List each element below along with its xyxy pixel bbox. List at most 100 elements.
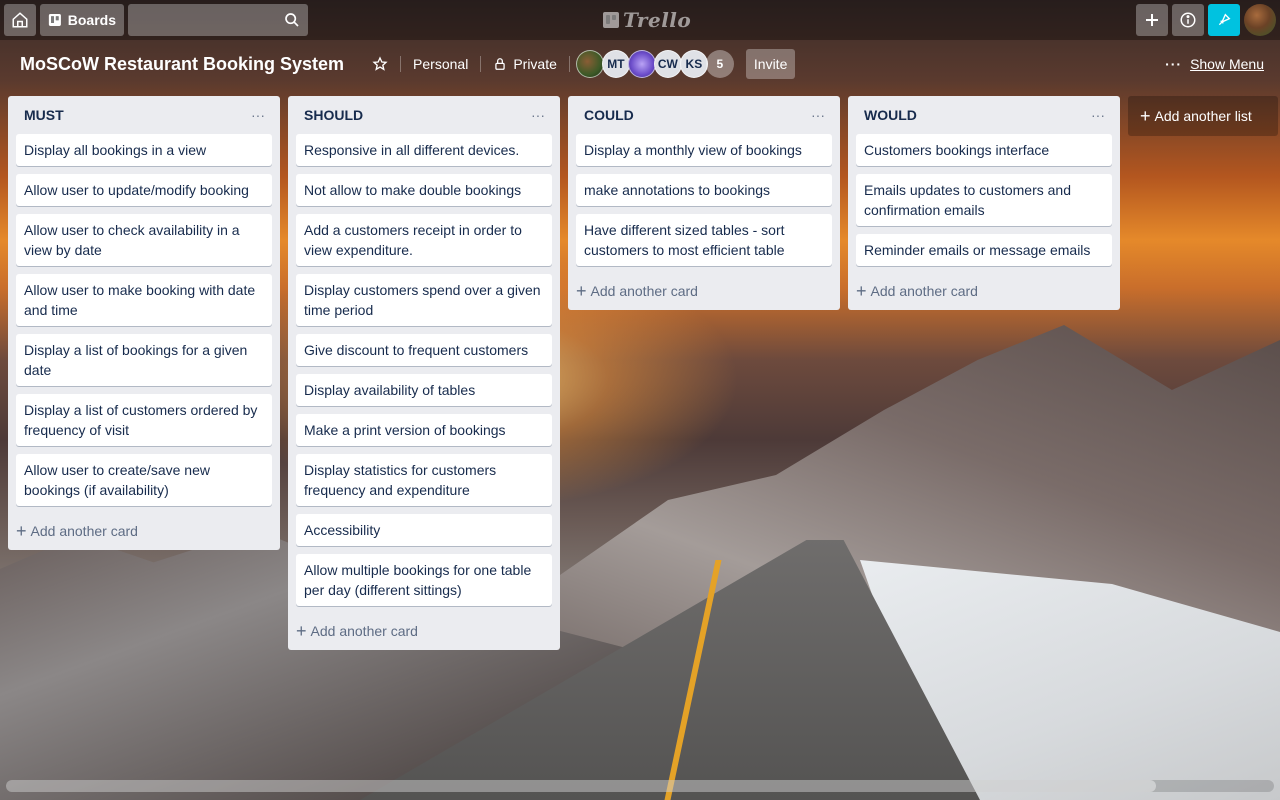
list-title[interactable]: SHOULD bbox=[304, 107, 363, 123]
list-header[interactable]: SHOULD ··· bbox=[296, 96, 552, 134]
list-could: COULD ··· Display a monthly view of book… bbox=[568, 96, 840, 310]
star-icon bbox=[372, 56, 388, 71]
home-button[interactable] bbox=[4, 4, 36, 36]
add-card-label: Add another card bbox=[30, 523, 138, 539]
member-avatar[interactable]: KS bbox=[679, 50, 708, 78]
add-card-button[interactable]: + Add another card bbox=[852, 272, 1116, 310]
info-icon bbox=[1180, 12, 1196, 28]
member-avatar-photo[interactable] bbox=[575, 50, 604, 78]
list-title[interactable]: WOULD bbox=[864, 107, 917, 123]
logo-text: Trello bbox=[623, 8, 692, 32]
header-actions bbox=[1136, 4, 1276, 36]
invite-button[interactable]: Invite bbox=[745, 49, 796, 79]
card[interactable]: Allow user to update/modify booking bbox=[16, 174, 272, 206]
info-button[interactable] bbox=[1172, 4, 1204, 36]
boards-icon bbox=[48, 13, 61, 27]
card[interactable]: Display a list of bookings for a given d… bbox=[16, 334, 272, 386]
show-menu-button[interactable]: ··· Show Menu bbox=[1165, 48, 1264, 80]
scrollbar-thumb[interactable] bbox=[6, 780, 1156, 792]
plus-icon: + bbox=[1140, 105, 1151, 126]
show-menu-label: Show Menu bbox=[1190, 56, 1264, 72]
add-card-label: Add another card bbox=[310, 623, 418, 639]
boards-button[interactable]: Boards bbox=[40, 4, 124, 36]
list-menu-icon[interactable]: ··· bbox=[1086, 103, 1110, 127]
boards-label: Boards bbox=[67, 12, 116, 28]
more-icon: ··· bbox=[1165, 56, 1183, 72]
card[interactable]: Make a print version of bookings bbox=[296, 414, 552, 446]
card[interactable]: Add a customers receipt in order to view… bbox=[296, 214, 552, 266]
list-header[interactable]: MUST ··· bbox=[16, 96, 272, 134]
board-members: MT CW KS 5 bbox=[575, 50, 734, 78]
card[interactable]: Responsive in all different devices. bbox=[296, 134, 552, 166]
search-icon[interactable] bbox=[284, 12, 300, 28]
member-avatar-purple[interactable] bbox=[627, 50, 656, 78]
list-menu-icon[interactable]: ··· bbox=[806, 103, 830, 127]
card[interactable]: Not allow to make double bookings bbox=[296, 174, 552, 206]
card[interactable]: Display all bookings in a view bbox=[16, 134, 272, 166]
user-avatar[interactable] bbox=[1244, 4, 1276, 36]
team-visibility-button[interactable]: Personal bbox=[405, 48, 476, 80]
card[interactable]: Give discount to frequent customers bbox=[296, 334, 552, 366]
star-button[interactable] bbox=[364, 48, 396, 80]
board-title[interactable]: MoSCoW Restaurant Booking System bbox=[20, 54, 344, 75]
card[interactable]: Accessibility bbox=[296, 514, 552, 546]
divider bbox=[568, 56, 570, 72]
card[interactable]: Display statistics for customers frequen… bbox=[296, 454, 552, 506]
search-input[interactable] bbox=[128, 4, 308, 36]
card[interactable]: Allow user to create/save new bookings (… bbox=[16, 454, 272, 506]
list-header[interactable]: COULD ··· bbox=[576, 96, 832, 134]
divider bbox=[400, 56, 402, 72]
list-should: SHOULD ··· Responsive in all different d… bbox=[288, 96, 560, 650]
list-title[interactable]: MUST bbox=[24, 107, 64, 123]
list-must: MUST ··· Display all bookings in a view … bbox=[8, 96, 280, 550]
list-header[interactable]: WOULD ··· bbox=[856, 96, 1112, 134]
privacy-button[interactable]: Private bbox=[485, 48, 565, 80]
trello-logo-icon bbox=[603, 12, 619, 28]
card[interactable]: Display a monthly view of bookings bbox=[576, 134, 832, 166]
card[interactable]: make annotations to bookings bbox=[576, 174, 832, 206]
add-card-button[interactable]: + Add another card bbox=[292, 612, 556, 650]
add-list-label: Add another list bbox=[1154, 108, 1252, 124]
create-button[interactable] bbox=[1136, 4, 1168, 36]
plus-icon: + bbox=[16, 520, 27, 541]
add-card-button[interactable]: + Add another card bbox=[572, 272, 836, 310]
list-title[interactable]: COULD bbox=[584, 107, 634, 123]
card[interactable]: Have different sized tables - sort custo… bbox=[576, 214, 832, 266]
plus-icon: + bbox=[296, 620, 307, 641]
add-list-button[interactable]: + Add another list bbox=[1128, 96, 1278, 136]
trello-logo[interactable]: Trello bbox=[603, 8, 691, 32]
team-label: Personal bbox=[413, 56, 469, 72]
card[interactable]: Allow user to make booking with date and… bbox=[16, 274, 272, 326]
board-lists: MUST ··· Display all bookings in a view … bbox=[8, 96, 1278, 650]
notifications-button[interactable] bbox=[1208, 4, 1240, 36]
privacy-label: Private bbox=[513, 56, 557, 72]
top-header: Boards Trello bbox=[0, 0, 1280, 40]
plus-icon bbox=[1146, 14, 1158, 26]
board-header: MoSCoW Restaurant Booking System Persona… bbox=[0, 40, 1280, 88]
add-card-label: Add another card bbox=[870, 283, 978, 299]
plus-icon: + bbox=[576, 280, 587, 301]
lock-icon bbox=[495, 58, 506, 70]
add-card-button[interactable]: + Add another card bbox=[12, 512, 276, 550]
add-card-label: Add another card bbox=[590, 283, 698, 299]
more-members-badge[interactable]: 5 bbox=[705, 50, 734, 78]
list-menu-icon[interactable]: ··· bbox=[526, 103, 550, 127]
member-avatar[interactable]: CW bbox=[653, 50, 682, 78]
card[interactable]: Emails updates to customers and confirma… bbox=[856, 174, 1112, 226]
divider bbox=[480, 56, 482, 72]
rocket-icon bbox=[1218, 13, 1231, 26]
card[interactable]: Display customers spend over a given tim… bbox=[296, 274, 552, 326]
card[interactable]: Allow user to check availability in a vi… bbox=[16, 214, 272, 266]
list-menu-icon[interactable]: ··· bbox=[246, 103, 270, 127]
card[interactable]: Display availability of tables bbox=[296, 374, 552, 406]
search-box[interactable] bbox=[128, 4, 308, 36]
home-icon bbox=[12, 12, 28, 28]
list-would: WOULD ··· Customers bookings interface E… bbox=[848, 96, 1120, 310]
card[interactable]: Display a list of customers ordered by f… bbox=[16, 394, 272, 446]
card[interactable]: Customers bookings interface bbox=[856, 134, 1112, 166]
card[interactable]: Allow multiple bookings for one table pe… bbox=[296, 554, 552, 606]
member-avatar[interactable]: MT bbox=[601, 50, 630, 78]
plus-icon: + bbox=[856, 280, 867, 301]
horizontal-scrollbar[interactable] bbox=[6, 780, 1274, 792]
card[interactable]: Reminder emails or message emails bbox=[856, 234, 1112, 266]
